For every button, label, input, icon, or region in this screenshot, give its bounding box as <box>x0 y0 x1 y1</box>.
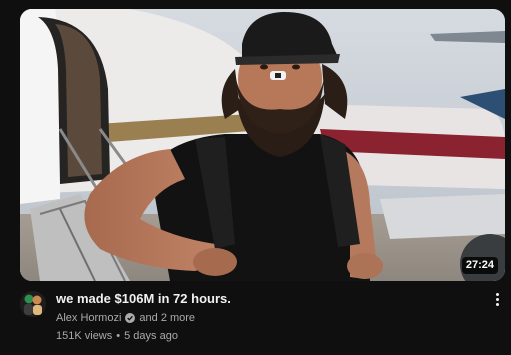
video-card[interactable]: 27:24 we made $106M in 72 hours. Alex Ho… <box>0 0 511 355</box>
kebab-dot <box>495 292 499 296</box>
upload-age: 5 days ago <box>124 330 178 342</box>
channel-info: Alex Hormozi and 2 more <box>56 311 195 325</box>
meta-separator: • <box>116 330 121 342</box>
collaborators-link[interactable]: and 2 more <box>139 311 195 325</box>
video-title[interactable]: we made $106M in 72 hours. <box>56 291 231 307</box>
video-stats: 151K views • 5 days ago <box>56 329 178 343</box>
avatar-image <box>20 291 46 317</box>
verified-check-icon <box>125 313 136 323</box>
kebab-dot <box>495 297 499 301</box>
channel-name[interactable]: Alex Hormozi <box>56 311 121 325</box>
video-duration-badge: 27:24 <box>461 257 498 274</box>
thumbnail-image <box>20 9 505 281</box>
more-vertical-icon[interactable] <box>490 291 504 307</box>
video-thumbnail[interactable]: 27:24 <box>20 9 505 281</box>
channel-avatar[interactable] <box>20 291 46 317</box>
view-count: 151K views <box>56 330 113 342</box>
kebab-dot <box>495 302 499 306</box>
